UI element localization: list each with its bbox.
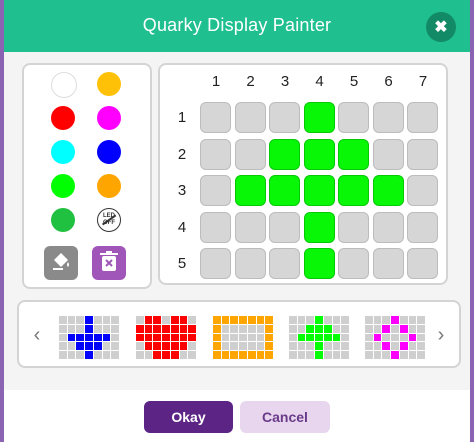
dialog-title: Quarky Display Painter xyxy=(142,15,332,35)
led-cell[interactable] xyxy=(338,175,369,206)
row-label: 2 xyxy=(177,145,187,163)
led-cell[interactable] xyxy=(372,102,404,133)
color-swatch-00ffff[interactable] xyxy=(51,140,75,164)
column-label: 6 xyxy=(384,73,393,90)
fill-bucket-icon xyxy=(50,250,72,277)
led-cell[interactable] xyxy=(200,175,231,206)
led-cell[interactable] xyxy=(200,211,231,243)
preset-green-up-arrow[interactable] xyxy=(289,316,349,359)
led-cell[interactable] xyxy=(338,138,369,170)
column-label: 3 xyxy=(280,73,290,90)
color-swatch-ffffff[interactable] xyxy=(51,72,77,98)
clear-button[interactable] xyxy=(92,246,126,280)
led-cell[interactable] xyxy=(269,138,300,170)
led-cell[interactable] xyxy=(372,175,404,206)
column-label: 1 xyxy=(211,73,221,90)
color-palette: LED OFF xyxy=(22,63,152,289)
okay-button[interactable]: Okay xyxy=(144,401,233,433)
preset-orange-frame[interactable] xyxy=(213,316,273,359)
led-cell[interactable] xyxy=(269,211,300,243)
preset-magenta-diamond[interactable] xyxy=(365,316,425,359)
led-cell[interactable] xyxy=(269,175,300,206)
color-swatch-ffc107[interactable] xyxy=(97,72,121,96)
led-cell[interactable] xyxy=(303,248,335,279)
window-right-border xyxy=(470,0,474,442)
led-cell[interactable] xyxy=(234,175,266,206)
led-cell[interactable] xyxy=(200,102,231,133)
led-grid-panel: 1 2 3 4 5 6 7 1 2 3 4 5 xyxy=(158,63,448,285)
led-cell[interactable] xyxy=(234,211,266,243)
led-cell[interactable] xyxy=(303,138,335,170)
presets-next-arrow-icon[interactable]: › xyxy=(433,324,449,347)
color-swatch-0000ff[interactable] xyxy=(97,140,121,164)
led-cell[interactable] xyxy=(234,138,266,170)
column-label: 5 xyxy=(349,73,359,90)
led-cell[interactable] xyxy=(269,248,300,279)
column-label: 2 xyxy=(246,73,255,90)
led-cell[interactable] xyxy=(372,211,404,243)
dialog-header: Quarky Display Painter ✖ xyxy=(4,0,470,52)
led-cell[interactable] xyxy=(407,211,438,243)
preset-blue-down-arrow[interactable] xyxy=(59,316,119,359)
column-label: 7 xyxy=(418,73,428,90)
color-swatch-ff00ff[interactable] xyxy=(97,106,121,130)
close-icon: ✖ xyxy=(434,19,448,36)
close-button[interactable]: ✖ xyxy=(426,12,456,42)
led-cell[interactable] xyxy=(234,248,266,279)
color-swatch-ffa500[interactable] xyxy=(97,174,121,198)
led-cell[interactable] xyxy=(303,102,335,133)
led-cell[interactable] xyxy=(407,248,438,279)
color-swatch-00ff00[interactable] xyxy=(51,174,75,198)
row-label: 1 xyxy=(177,109,187,126)
led-cell[interactable] xyxy=(372,138,404,170)
led-cell[interactable] xyxy=(407,175,438,206)
fill-bucket-button[interactable] xyxy=(44,246,78,280)
color-swatch-20c040[interactable] xyxy=(51,208,75,232)
led-cell[interactable] xyxy=(303,175,335,206)
row-label: 4 xyxy=(177,218,187,236)
led-cell[interactable] xyxy=(269,102,300,133)
preset-red-heart[interactable] xyxy=(136,316,196,359)
row-label: 5 xyxy=(177,255,187,272)
led-cell[interactable] xyxy=(234,102,266,133)
led-cell[interactable] xyxy=(338,248,369,279)
led-off-swatch[interactable]: LED OFF xyxy=(97,208,121,232)
led-cell[interactable] xyxy=(407,102,438,133)
led-cell[interactable] xyxy=(303,211,335,243)
led-cell[interactable] xyxy=(372,248,404,279)
presets-strip: ‹ › xyxy=(17,300,461,368)
led-cell[interactable] xyxy=(200,248,231,279)
cancel-button[interactable]: Cancel xyxy=(240,401,330,433)
led-cell[interactable] xyxy=(200,138,231,170)
column-label: 4 xyxy=(315,73,324,90)
color-swatch-ff0000[interactable] xyxy=(51,106,75,130)
presets-prev-arrow-icon[interactable]: ‹ xyxy=(29,324,45,347)
trash-icon xyxy=(99,250,119,277)
led-cell[interactable] xyxy=(407,138,438,170)
row-label: 3 xyxy=(177,182,187,199)
led-cell[interactable] xyxy=(338,102,369,133)
led-cell[interactable] xyxy=(338,211,369,243)
